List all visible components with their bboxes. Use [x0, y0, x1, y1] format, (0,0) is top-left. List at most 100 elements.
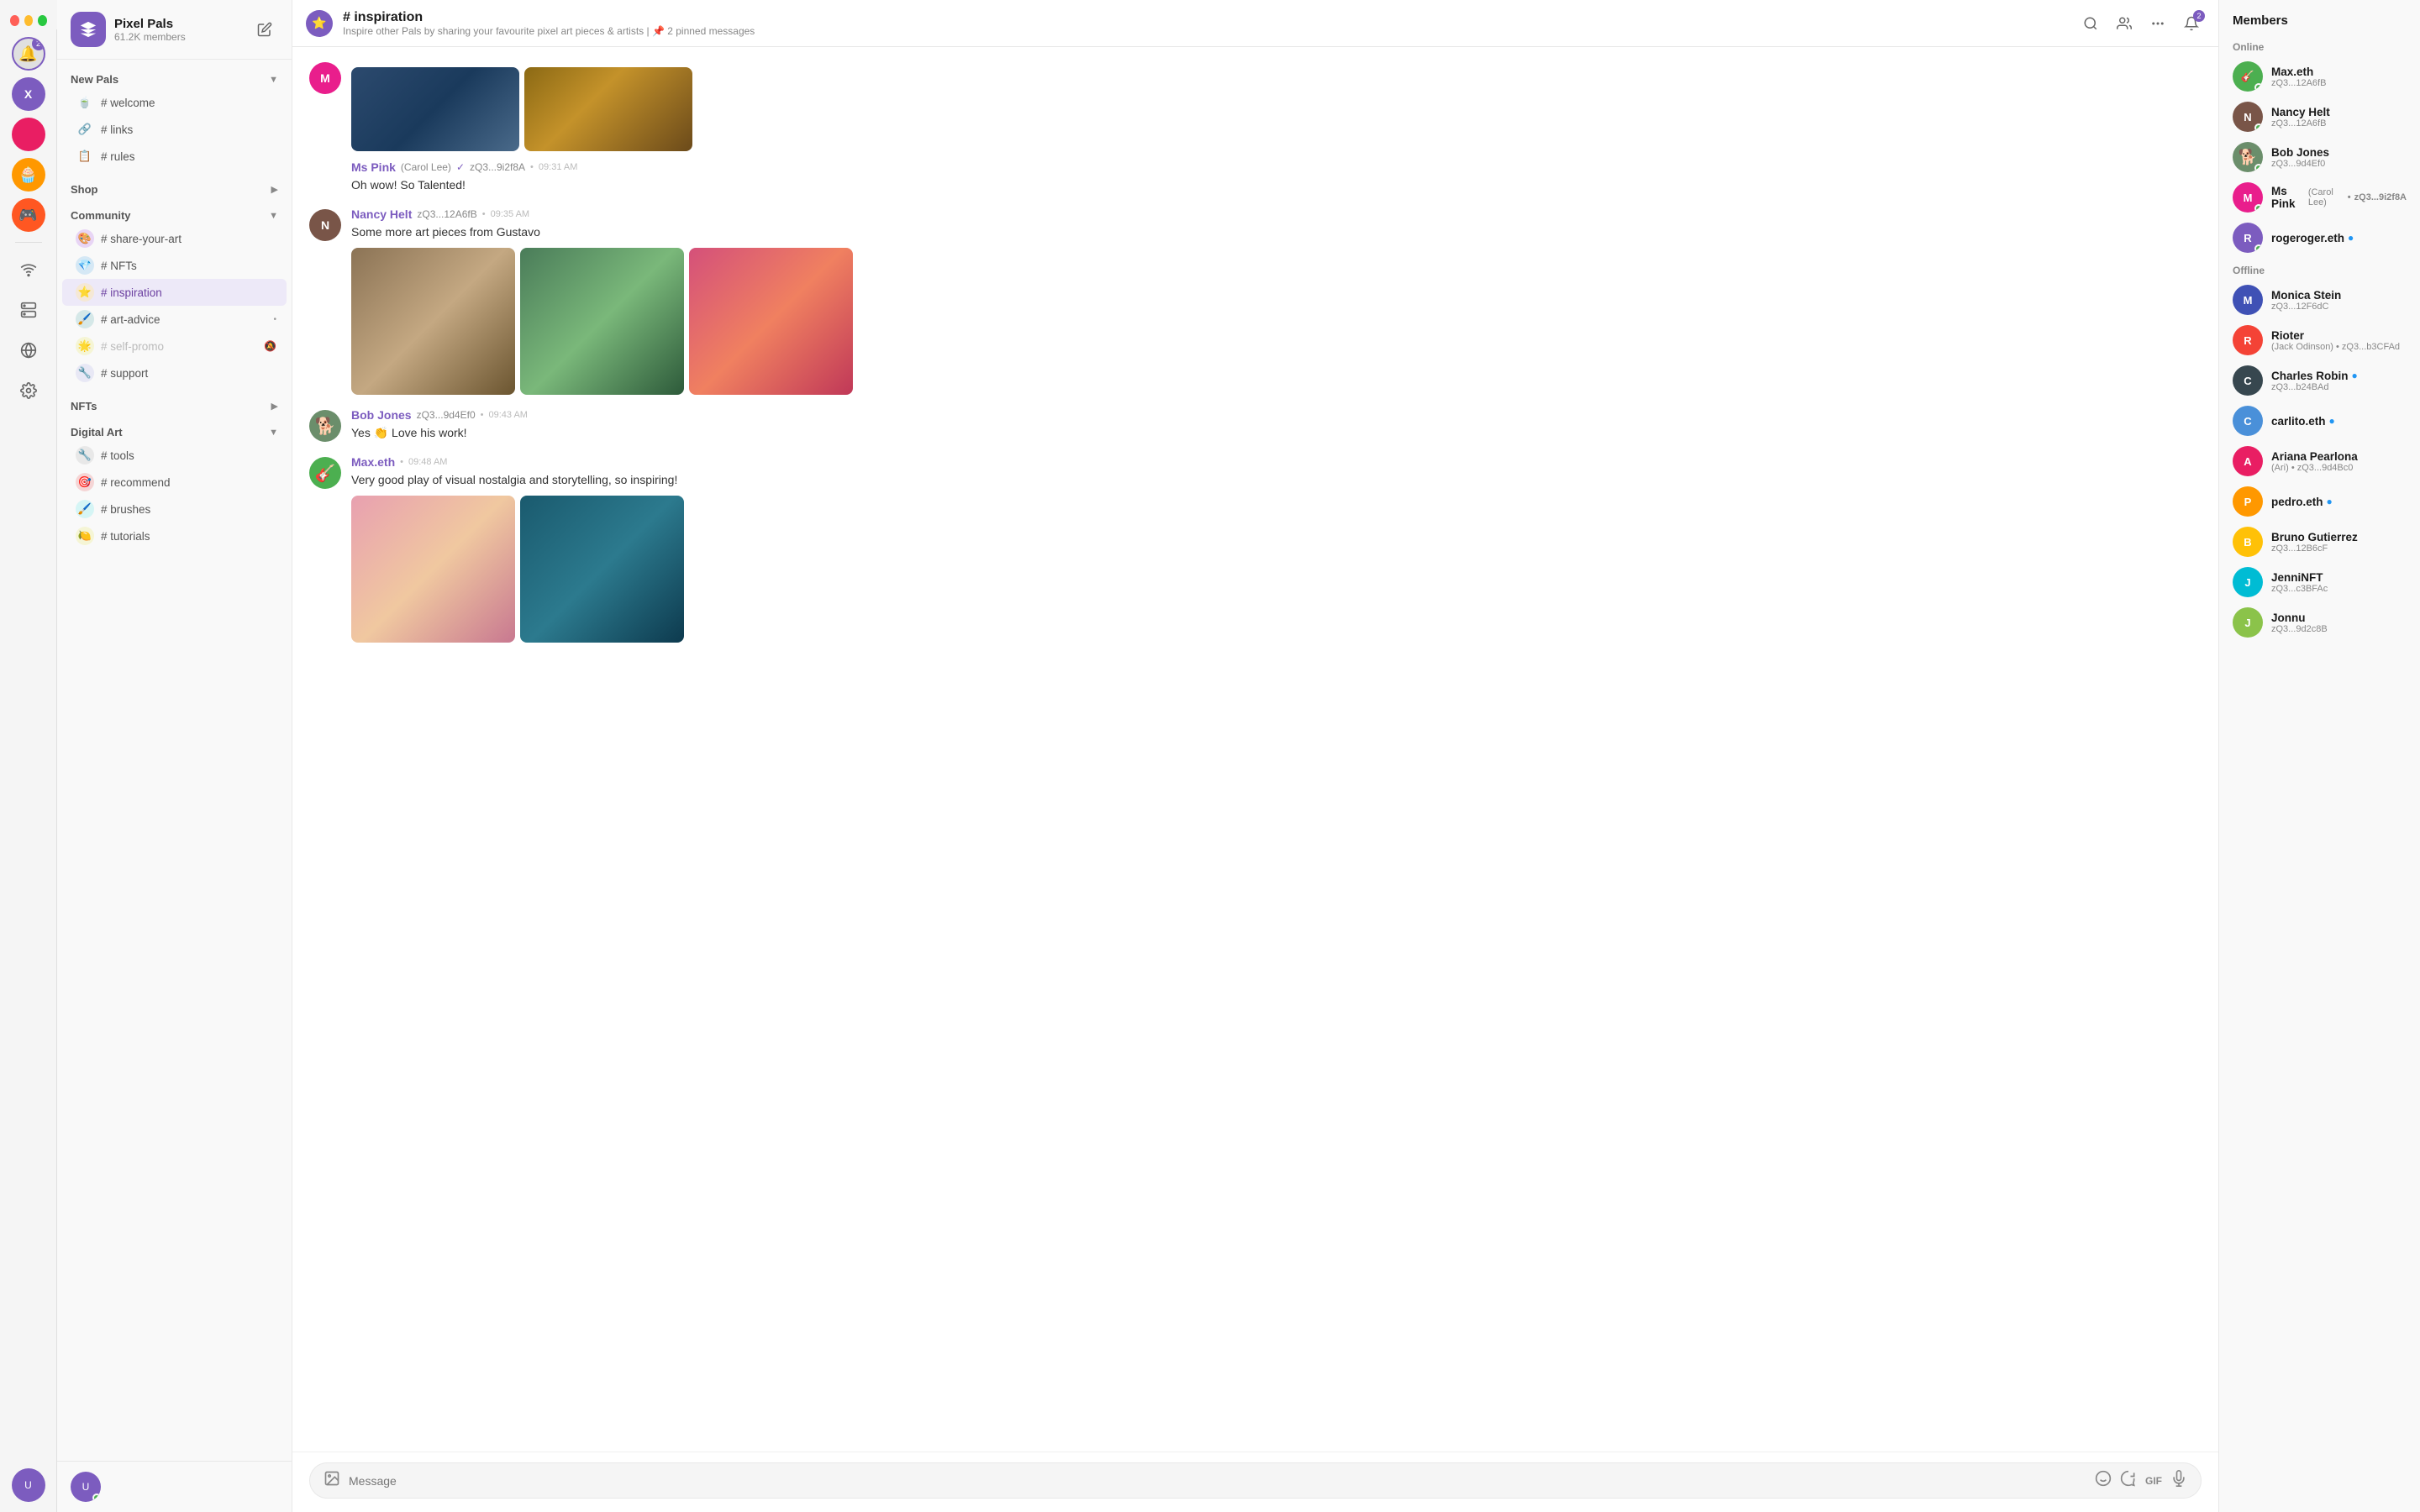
- attach-media-button[interactable]: [324, 1470, 340, 1491]
- channel-support[interactable]: 🔧 # support: [62, 360, 287, 386]
- member-bobjones[interactable]: 🐕 Bob Jones zQ3...9d4Ef0: [2219, 137, 2420, 177]
- image-sunset-rocks[interactable]: [689, 248, 853, 395]
- author-maxeth[interactable]: Max.eth: [351, 455, 395, 469]
- gif-button[interactable]: GIF: [2145, 1475, 2162, 1487]
- image-sepia-house[interactable]: [351, 248, 515, 395]
- channel-welcome[interactable]: 🍵 # welcome: [62, 89, 287, 116]
- server-icon-red[interactable]: [12, 118, 45, 151]
- section-shop[interactable]: Shop ▶: [57, 176, 292, 199]
- member-rioter[interactable]: R Rioter (Jack Odinson) • zQ3...b3CFAd: [2219, 320, 2420, 360]
- channel-rules[interactable]: 📋 # rules: [62, 143, 287, 170]
- author-nancyhelt[interactable]: Nancy Helt: [351, 207, 412, 221]
- member-maxeth[interactable]: 🎸 Max.eth zQ3...12A6fB: [2219, 56, 2420, 97]
- member-mspink[interactable]: M Ms Pink (Carol Lee) • zQ3...9i2f8A: [2219, 177, 2420, 218]
- sticker-button[interactable]: [2120, 1470, 2137, 1491]
- avatar-maxeth[interactable]: 🎸: [309, 457, 341, 489]
- timestamp-maxeth: 09:48 AM: [408, 457, 447, 467]
- current-user-avatar[interactable]: U: [71, 1472, 101, 1502]
- channel-share-your-art[interactable]: 🎨 # share-your-art: [62, 225, 287, 252]
- online-dot-nancyhelt: [2254, 123, 2263, 132]
- image-room-scene[interactable]: [524, 67, 692, 151]
- more-options-button[interactable]: [2144, 10, 2171, 37]
- search-button[interactable]: [2077, 10, 2104, 37]
- server-icon-orange[interactable]: 🎮: [12, 198, 45, 232]
- server-icon-cupcake[interactable]: 🧁: [12, 158, 45, 192]
- name-member-pedro: pedro.eth ●: [2271, 496, 2407, 508]
- member-monicastein[interactable]: M Monica Stein zQ3...12F6dC: [2219, 280, 2420, 320]
- channel-tutorials[interactable]: 🍋 # tutorials: [62, 522, 287, 549]
- section-digital-art[interactable]: Digital Art ▼: [57, 419, 292, 442]
- info-member-nancyhelt: Nancy Helt zQ3...12A6fB: [2271, 106, 2407, 129]
- image-teal-room[interactable]: [520, 496, 684, 643]
- channel-tools[interactable]: 🔧 # tools: [62, 442, 287, 469]
- messages-area: M Ms Pink (Carol Lee) ✓ zQ3...9i2f8A • 0…: [292, 47, 2218, 1452]
- timestamp-mspink: 09:31 AM: [539, 162, 577, 172]
- channel-icon-rules: 📋: [76, 147, 94, 165]
- member-nancyhelt[interactable]: N Nancy Helt zQ3...12A6fB: [2219, 97, 2420, 137]
- settings-icon[interactable]: [12, 374, 45, 407]
- author-bobjones[interactable]: Bob Jones: [351, 408, 412, 422]
- globe-icon[interactable]: [12, 333, 45, 367]
- image-beach-sunset[interactable]: [351, 496, 515, 643]
- avatar-bobjones[interactable]: 🐕: [309, 410, 341, 442]
- channel-name-support: # support: [101, 367, 276, 380]
- channel-nfts[interactable]: 💎 # NFTs: [62, 252, 287, 279]
- notification-bell-button[interactable]: 2: [2178, 10, 2205, 37]
- member-jonnu[interactable]: J Jonnu zQ3...9d2c8B: [2219, 602, 2420, 643]
- message-input[interactable]: [349, 1474, 2086, 1488]
- channel-recommend[interactable]: 🎯 # recommend: [62, 469, 287, 496]
- maximize-button[interactable]: [38, 15, 47, 26]
- verified-charlesrobin: ●: [2352, 370, 2358, 381]
- message-content-mspink: Ms Pink (Carol Lee) ✓ zQ3...9i2f8A • 09:…: [351, 60, 2202, 194]
- pixel-pals-server-icon[interactable]: X: [12, 77, 45, 111]
- message-group-maxeth: 🎸 Max.eth • 09:48 AM Very good play of v…: [309, 455, 2202, 643]
- storage-icon[interactable]: [12, 293, 45, 327]
- section-community[interactable]: Community ▼: [57, 202, 292, 225]
- message-content-nancyhelt: Nancy Helt zQ3...12A6fB • 09:35 AM Some …: [351, 207, 2202, 395]
- emoji-button[interactable]: [2095, 1470, 2112, 1491]
- channel-name-links: # links: [101, 123, 276, 136]
- channel-links[interactable]: 🔗 # links: [62, 116, 287, 143]
- channel-icon-inspiration: ⭐: [76, 283, 94, 302]
- author-mspink[interactable]: Ms Pink: [351, 160, 396, 174]
- verified-mspink: ✓: [456, 161, 465, 173]
- compose-button[interactable]: [251, 16, 278, 43]
- name-member-jenni: JenniNFT: [2271, 571, 2407, 584]
- member-brunogutierrez[interactable]: B Bruno Gutierrez zQ3...12B6cF: [2219, 522, 2420, 562]
- server-name: Pixel Pals: [114, 17, 186, 31]
- avatar-member-ariana: A: [2233, 446, 2263, 476]
- user-avatar-rail[interactable]: U: [12, 1468, 45, 1502]
- header-actions: 2: [2077, 10, 2205, 37]
- notification-icon[interactable]: 🔔 2: [12, 37, 45, 71]
- voice-button[interactable]: [2170, 1470, 2187, 1491]
- channel-name-inspiration: # inspiration: [101, 286, 276, 299]
- member-jenninft[interactable]: J JenniNFT zQ3...c3BFAc: [2219, 562, 2420, 602]
- members-toggle-button[interactable]: [2111, 10, 2138, 37]
- member-pedroeth[interactable]: P pedro.eth ●: [2219, 481, 2420, 522]
- wallet-member-monicastein: zQ3...12F6dC: [2271, 302, 2407, 312]
- member-ariannapearlona[interactable]: A Ariana Pearlona (Ari) • zQ3...9d4Bc0: [2219, 441, 2420, 481]
- member-charlesrobin[interactable]: C Charles Robin ● zQ3...b24BAd: [2219, 360, 2420, 401]
- minimize-button[interactable]: [24, 15, 34, 26]
- avatar-mspink[interactable]: M: [309, 62, 341, 94]
- alias-mspink: (Carol Lee): [401, 161, 451, 173]
- member-carlito[interactable]: C carlito.eth ●: [2219, 401, 2420, 441]
- members-title: Members: [2219, 0, 2420, 34]
- image-car-scene[interactable]: [351, 67, 519, 151]
- channel-inspiration[interactable]: ⭐ # inspiration: [62, 279, 287, 306]
- wallet-nancyhelt: zQ3...12A6fB: [417, 208, 476, 220]
- channel-icon-tools: 🔧: [76, 446, 94, 465]
- avatar-nancyhelt[interactable]: N: [309, 209, 341, 241]
- section-new-pals[interactable]: New Pals ▼: [57, 66, 292, 89]
- channel-self-promo[interactable]: 🌟 # self-promo 🔕: [62, 333, 287, 360]
- section-nfts-group[interactable]: NFTs ▶: [57, 393, 292, 416]
- wifi-icon[interactable]: [12, 253, 45, 286]
- image-green-field[interactable]: [520, 248, 684, 395]
- channel-art-advice[interactable]: 🖌️ # art-advice •: [62, 306, 287, 333]
- online-dot-rogeroger: [2254, 244, 2263, 253]
- close-button[interactable]: [10, 15, 19, 26]
- server-icon[interactable]: [71, 12, 106, 47]
- member-rogeroger[interactable]: R rogeroger.eth ●: [2219, 218, 2420, 258]
- channel-brushes[interactable]: 🖌️ # brushes: [62, 496, 287, 522]
- message-text-nancyhelt: Some more art pieces from Gustavo: [351, 223, 2202, 241]
